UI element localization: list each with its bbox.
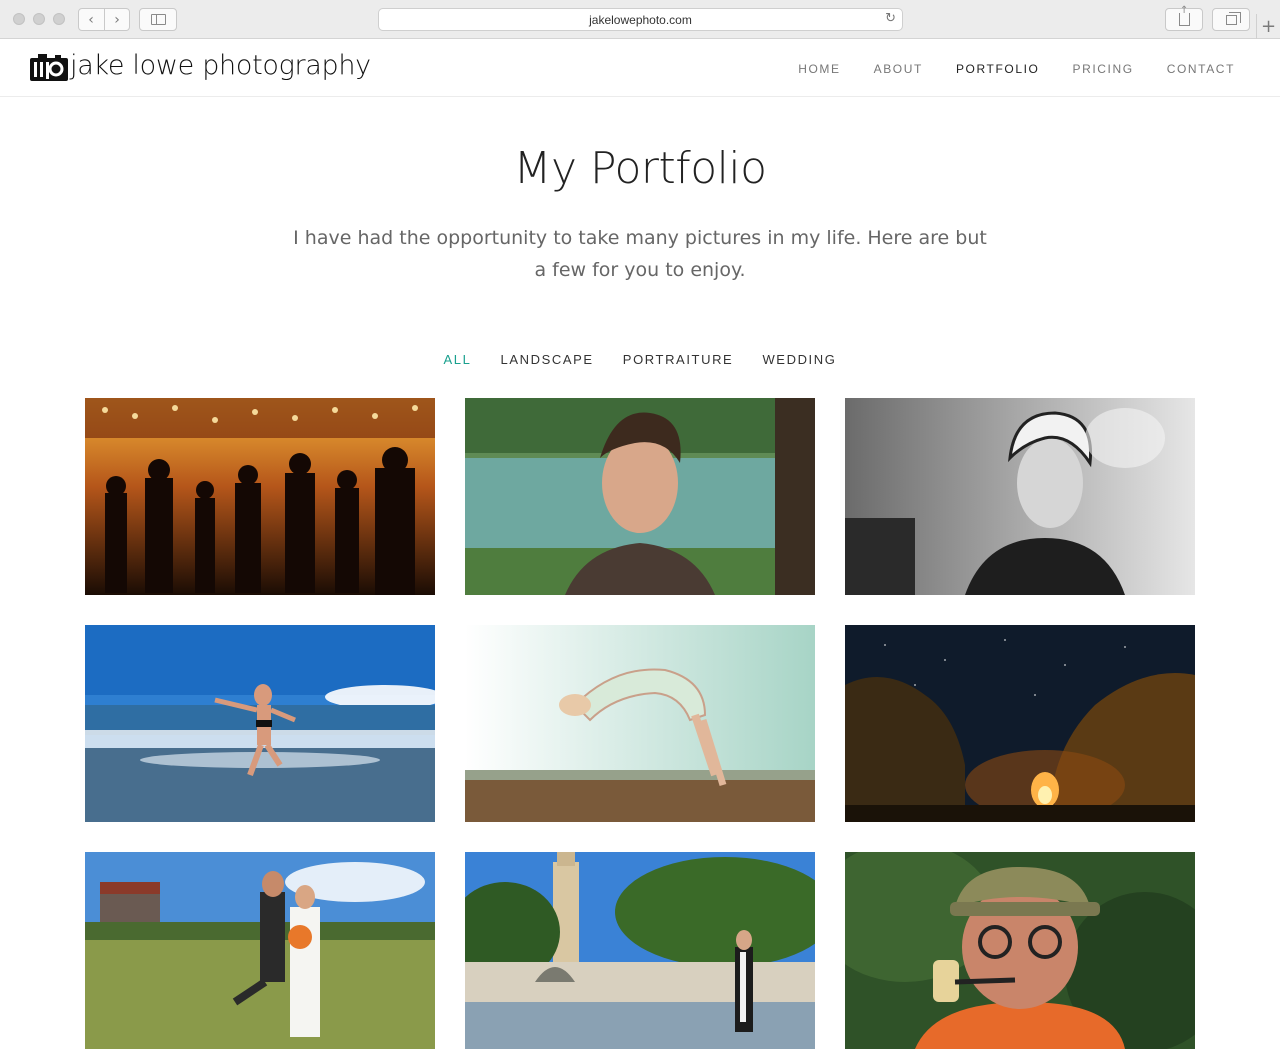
address-bar[interactable]: jakelowephoto.com ↻ — [378, 8, 903, 31]
main-nav: HOME ABOUT PORTFOLIO PRICING CONTACT — [765, 62, 1235, 76]
filter-all[interactable]: ALL — [444, 352, 472, 367]
man-portrait-photo-image — [465, 398, 815, 595]
nav-about[interactable]: ABOUT — [874, 62, 923, 76]
man-pipe-photo-image — [845, 852, 1195, 1049]
beach-jump-photo-image — [85, 625, 435, 822]
browser-toolbar: ‹ › jakelowephoto.com ↻ + — [0, 0, 1280, 39]
camera-logo-icon[interactable] — [30, 54, 68, 81]
graduate-photo-image — [465, 852, 815, 1049]
nav-home[interactable]: HOME — [798, 62, 840, 76]
nav-pricing[interactable]: PRICING — [1072, 62, 1133, 76]
photo-man-with-pipe[interactable] — [845, 852, 1195, 1049]
nav-contact[interactable]: CONTACT — [1167, 62, 1235, 76]
photo-wedding-couple[interactable] — [85, 852, 435, 1049]
filter-wedding[interactable]: WEDDING — [762, 352, 836, 367]
site-logo-text[interactable]: jake lowe photography — [70, 50, 371, 81]
zoom-window-button[interactable] — [53, 13, 65, 25]
tabs-icon — [1226, 12, 1241, 25]
show-tabs-button[interactable] — [1212, 8, 1250, 31]
new-tab-icon[interactable]: + — [1256, 14, 1280, 39]
photo-graduate-tower[interactable] — [465, 852, 815, 1049]
photo-dancer-levitation[interactable] — [465, 625, 815, 822]
portfolio-filters: ALL LANDSCAPE PORTRAITURE WEDDING — [0, 349, 1280, 368]
page-title: My Portfolio — [513, 143, 768, 194]
close-window-button[interactable] — [13, 13, 25, 25]
site-header: jake lowe photography HOME ABOUT PORTFOL… — [0, 40, 1280, 97]
filter-portraiture[interactable]: PORTRAITURE — [623, 352, 734, 367]
campfire-photo-image — [845, 625, 1195, 822]
share-icon — [1179, 5, 1190, 26]
forward-icon[interactable]: › — [105, 12, 129, 28]
woman-headscarf-photo-image — [845, 398, 1195, 595]
sidebar-icon — [151, 14, 166, 25]
url-text: jakelowephoto.com — [589, 13, 692, 27]
photo-young-man-portrait[interactable] — [465, 398, 815, 595]
filter-landscape[interactable]: LANDSCAPE — [501, 352, 594, 367]
photo-campfire-night[interactable] — [845, 625, 1195, 822]
wedding-couple-photo-image — [85, 852, 435, 1049]
dancer-photo-image — [465, 625, 815, 822]
reload-icon[interactable]: ↻ — [885, 11, 896, 26]
photo-beach-jump[interactable] — [85, 625, 435, 822]
carousel-photo-image — [85, 398, 435, 595]
back-icon[interactable]: ‹ — [79, 12, 103, 28]
nav-portfolio[interactable]: PORTFOLIO — [956, 62, 1040, 76]
photo-carousel[interactable] — [85, 398, 435, 595]
share-button[interactable] — [1165, 5, 1203, 31]
history-nav: ‹ › — [78, 8, 130, 31]
sidebar-toggle-button[interactable] — [139, 8, 177, 31]
photo-woman-headscarf[interactable] — [845, 398, 1195, 595]
minimize-window-button[interactable] — [33, 13, 45, 25]
page-subtitle: I have had the opportunity to take many … — [293, 227, 987, 281]
